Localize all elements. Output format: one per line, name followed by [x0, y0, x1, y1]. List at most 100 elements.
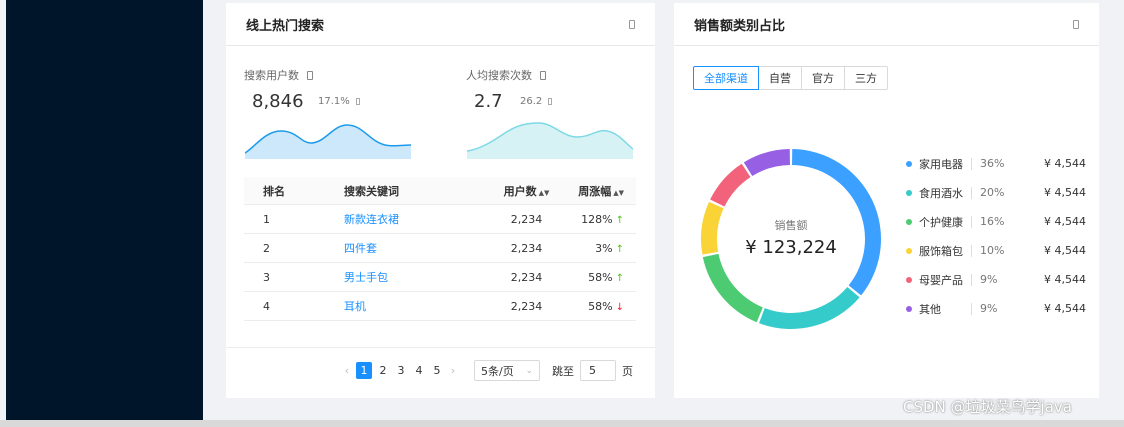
- page-item-4[interactable]: 4: [410, 364, 428, 377]
- arrow-up-icon: ↑: [615, 272, 624, 284]
- keyword-link[interactable]: 四件套: [344, 242, 377, 255]
- donut-slice-5[interactable]: [710, 163, 751, 207]
- legend-percent: 20%: [980, 186, 1005, 199]
- hot-search-title: 线上热门搜索: [246, 18, 325, 34]
- info-icon[interactable]: [540, 70, 546, 80]
- legend-item[interactable]: 母婴产品 9% ¥ 4,544: [906, 265, 1086, 294]
- page-size-value: 5条/页: [481, 364, 514, 378]
- legend-item[interactable]: 家用电器 36% ¥ 4,544: [906, 149, 1086, 178]
- info-icon[interactable]: [307, 70, 313, 80]
- th-rank: 排名: [263, 184, 285, 198]
- more-icon[interactable]: [629, 19, 635, 29]
- tab-self-operated[interactable]: 自营: [758, 66, 802, 90]
- legend-amount: ¥ 4,544: [1044, 302, 1086, 315]
- th-keyword: 搜索关键词: [344, 184, 399, 198]
- sidebar: [6, 0, 203, 420]
- th-users[interactable]: 用户数 ▲▼: [489, 183, 564, 199]
- stat-value: 8,846: [252, 91, 304, 112]
- donut-center-label: 销售额: [774, 219, 808, 232]
- cell-change: 58%: [588, 270, 613, 284]
- tab-official[interactable]: 官方: [801, 66, 845, 90]
- jump-label: 跳至: [552, 364, 574, 378]
- table-row: 1 新款连衣裙 2,234 128% ↑: [244, 205, 636, 234]
- arrow-up-icon: ↑: [615, 243, 624, 255]
- chevron-down-icon: ⌄: [525, 365, 533, 376]
- stat-percent: 26.2: [520, 96, 543, 107]
- cell-users: 2,234: [510, 299, 543, 313]
- cell-change: 3%: [595, 241, 613, 255]
- sales-card-header: 销售额类别占比: [674, 3, 1099, 46]
- page-item-5[interactable]: 5: [428, 364, 446, 377]
- keyword-link[interactable]: 新款连衣裙: [344, 213, 399, 226]
- donut-slice-3[interactable]: [702, 253, 763, 323]
- legend-name: 个护健康: [919, 215, 963, 229]
- legend-item[interactable]: 食用酒水 20% ¥ 4,544: [906, 178, 1086, 207]
- legend-amount: ¥ 4,544: [1044, 186, 1086, 199]
- tab-third-party[interactable]: 三方: [844, 66, 888, 90]
- table-row: 2 四件套 2,234 3% ↑: [244, 234, 636, 263]
- cell-rank: 4: [263, 299, 270, 313]
- legend-name: 其他: [919, 302, 941, 316]
- horizontal-scrollbar[interactable]: [0, 420, 1124, 427]
- table-header: 排名 搜索关键词 用户数 ▲▼ 周涨幅 ▲▼: [244, 177, 636, 205]
- legend-amount: ¥ 4,544: [1044, 157, 1086, 170]
- donut-slice-2[interactable]: [759, 286, 860, 329]
- jump-page-input[interactable]: 5: [580, 360, 616, 381]
- legend-name: 服饰箱包: [919, 244, 963, 258]
- page-size-select[interactable]: 5条/页 ⌄: [474, 360, 540, 381]
- arrow-down-icon: ↓: [615, 301, 624, 313]
- cell-change: 128%: [581, 212, 613, 226]
- page-item-1[interactable]: 1: [356, 362, 372, 379]
- page-suffix: 页: [622, 364, 633, 378]
- stat-search-users: 搜索用户数 8,846 17.1%: [244, 67, 434, 167]
- hot-search-card-header: 线上热门搜索: [226, 3, 655, 46]
- prev-page-icon[interactable]: ‹: [340, 364, 354, 377]
- legend-dot: [906, 218, 912, 225]
- stat-percent: 17.1%: [318, 96, 350, 107]
- legend-amount: ¥ 4,544: [1044, 273, 1086, 286]
- sales-card-title: 销售额类别占比: [694, 18, 786, 34]
- legend-percent: 36%: [980, 157, 1005, 170]
- cell-rank: 1: [263, 212, 270, 226]
- cell-users: 2,234: [510, 212, 543, 226]
- legend-percent: 10%: [980, 244, 1005, 257]
- legend-dot: [906, 305, 912, 312]
- sort-icon[interactable]: ▲▼: [539, 189, 550, 197]
- trend-icon: [355, 97, 360, 105]
- donut-center-value: ¥ 123,224: [745, 237, 837, 258]
- channel-radio-group: 全部渠道 自营 官方 三方: [693, 66, 888, 90]
- page-item-2[interactable]: 2: [374, 364, 392, 377]
- sparkline-area: [245, 125, 411, 159]
- table-row: 4 耳机 2,234 58% ↓: [244, 292, 636, 321]
- legend-dot: [906, 189, 912, 196]
- legend-percent: 16%: [980, 215, 1005, 228]
- legend-item[interactable]: 服饰箱包 10% ¥ 4,544: [906, 236, 1086, 265]
- page-item-3[interactable]: 3: [392, 364, 410, 377]
- trend-icon: [548, 97, 553, 105]
- table-row: 3 男士手包 2,234 58% ↑: [244, 263, 636, 292]
- legend-dot: [906, 276, 912, 283]
- sort-icon[interactable]: ▲▼: [613, 189, 624, 197]
- donut-slice-6[interactable]: [743, 149, 790, 176]
- cell-change: 58%: [588, 299, 613, 313]
- more-icon[interactable]: [1073, 19, 1079, 29]
- tab-all-channels[interactable]: 全部渠道: [693, 66, 759, 90]
- hot-search-card: 线上热门搜索 搜索用户数 8,846 17.1% 人均搜索次数 2.7 26.2…: [226, 3, 655, 398]
- cell-users: 2,234: [510, 270, 543, 284]
- legend-item[interactable]: 其他 9% ¥ 4,544: [906, 294, 1086, 323]
- sparkline-search-users: [245, 124, 411, 159]
- next-page-icon[interactable]: ›: [446, 364, 460, 377]
- keyword-link[interactable]: 男士手包: [344, 271, 388, 284]
- keyword-link[interactable]: 耳机: [344, 300, 366, 313]
- arrow-up-icon: ↑: [615, 214, 624, 226]
- legend-item[interactable]: 个护健康 16% ¥ 4,544: [906, 207, 1086, 236]
- cell-users: 2,234: [510, 241, 543, 255]
- stat-label: 人均搜索次数: [466, 69, 532, 82]
- th-change[interactable]: 周涨幅 ▲▼: [564, 183, 636, 199]
- sparkline-per-user: [467, 122, 633, 159]
- legend-name: 食用酒水: [919, 186, 963, 200]
- sales-category-card: 销售额类别占比 全部渠道 自营 官方 三方 销售额 ¥ 123,224 家用电器…: [674, 3, 1099, 398]
- legend-dot: [906, 247, 912, 254]
- legend-name: 家用电器: [919, 157, 963, 171]
- stat-label: 搜索用户数: [244, 69, 299, 82]
